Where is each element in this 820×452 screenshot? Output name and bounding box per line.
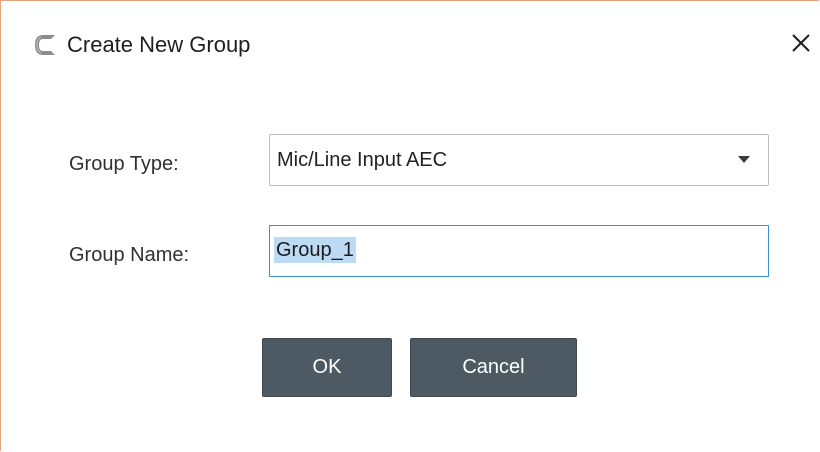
group-type-label: Group Type: [69, 153, 179, 175]
chevron-down-icon [738, 156, 750, 163]
c-logo-icon [31, 31, 59, 59]
close-icon[interactable] [787, 29, 815, 57]
ok-button[interactable]: OK [262, 338, 392, 397]
group-name-label: Group Name: [69, 244, 190, 266]
group-name-value: Group_1 [274, 237, 356, 263]
group-type-dropdown[interactable]: Mic/Line Input AEC [269, 134, 769, 186]
cancel-button[interactable]: Cancel [410, 338, 577, 397]
group-type-selected-value: Mic/Line Input AEC [277, 149, 448, 171]
create-group-dialog: Create New Group Group Type: Mic/Line In… [0, 0, 819, 451]
dialog-title: Create New Group [67, 32, 251, 57]
title-bar: Create New Group [1, 1, 819, 79]
group-name-input[interactable]: Group_1 [269, 225, 769, 277]
